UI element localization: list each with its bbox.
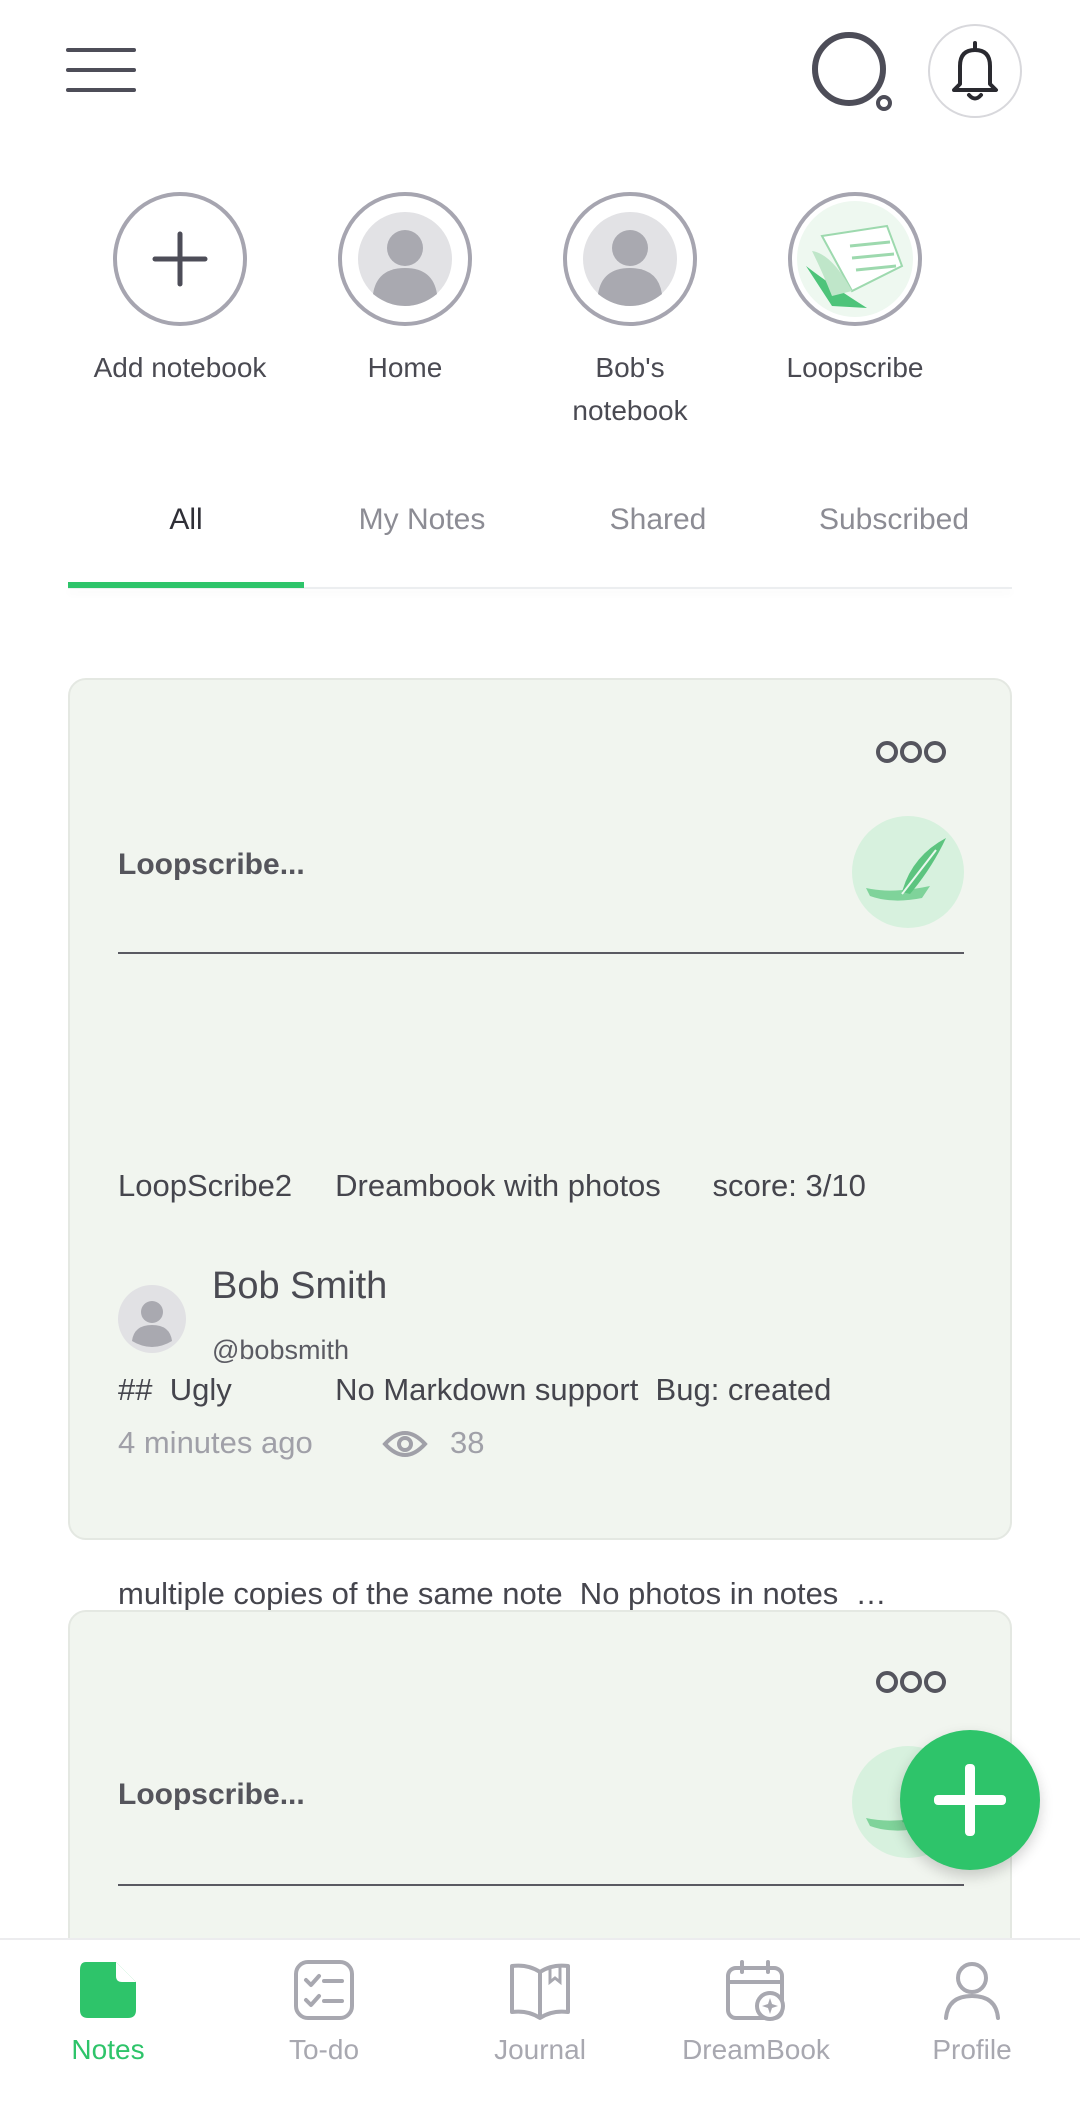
search-icon[interactable] (808, 28, 898, 118)
note-preview-line: ## Ugly No Markdown support Bug: created (118, 1372, 832, 1407)
notebook-loopscribe[interactable]: Loopscribe (745, 192, 965, 389)
note-title: Loopscribe... (118, 1778, 305, 1811)
notebook-label: Home (367, 352, 443, 383)
nav-label: Notes (71, 2034, 145, 2065)
note-card[interactable]: Loopscribe... LoopScribe2 Dreambook with… (68, 678, 1012, 1611)
bell-icon[interactable] (928, 24, 1022, 118)
profile-person-icon (944, 1962, 1000, 2020)
nav-label: DreamBook (682, 2034, 830, 2065)
tab-subscribed[interactable]: Subscribed (776, 490, 1012, 550)
note-title: Loopscribe... (118, 848, 305, 881)
todo-checklist-icon (294, 1960, 354, 2020)
tab-shared[interactable]: Shared (540, 490, 776, 550)
tab-all[interactable]: All (68, 490, 304, 550)
notebook-add[interactable]: Add notebook (70, 192, 290, 389)
nav-label: To-do (288, 2034, 360, 2065)
author-name[interactable]: Bob Smith (212, 1265, 387, 1308)
avatar-placeholder-icon (338, 192, 472, 326)
notebook-label: Loopscribe (786, 352, 924, 383)
nav-label: Journal (494, 2034, 586, 2065)
notebook-home[interactable]: Home (295, 192, 515, 389)
nav-label: Profile (932, 2034, 1012, 2065)
nav-notes[interactable]: Notes (8, 1958, 208, 2066)
avatar[interactable] (118, 1285, 186, 1353)
eye-icon (382, 1426, 428, 1462)
notebook-label: Bob's notebook (572, 352, 688, 426)
card-divider (118, 952, 964, 954)
tab-my-notes[interactable]: My Notes (304, 490, 540, 550)
more-options-icon[interactable] (876, 1670, 946, 1694)
author-handle: @bobsmith (212, 1335, 349, 1365)
note-timestamp: 4 minutes ago (118, 1425, 313, 1460)
more-options-icon[interactable] (876, 740, 946, 764)
dreambook-calendar-icon (726, 1960, 785, 2021)
nav-dreambook[interactable]: DreamBook (656, 1958, 856, 2066)
note-preview-line: LoopScribe2 Dreambook with photos score:… (118, 1168, 866, 1203)
notebook-label: Add notebook (93, 352, 267, 383)
tab-active-indicator (68, 582, 304, 588)
add-note-button[interactable] (900, 1730, 1040, 1870)
notes-icon (80, 1962, 136, 2018)
loopscribe-logo-icon (788, 192, 922, 326)
card-divider (118, 1884, 964, 1886)
note-tabs: All My Notes Shared Subscribed (68, 490, 1012, 588)
avatar-placeholder-icon (563, 192, 697, 326)
view-count: 38 (450, 1425, 485, 1460)
journal-book-icon (510, 1963, 570, 2020)
plus-icon[interactable] (113, 192, 247, 326)
note-thumbnail-quill-icon (852, 816, 964, 928)
nav-journal[interactable]: Journal (440, 1958, 640, 2066)
nav-todo[interactable]: To-do (224, 1958, 424, 2066)
nav-profile[interactable]: Profile (872, 1958, 1072, 2066)
notebook-bobs[interactable]: Bob's notebook (520, 192, 740, 432)
bottom-nav: Notes To-do Journal DreamBook Profile (0, 1938, 1080, 2108)
hamburger-menu-icon[interactable] (62, 44, 140, 96)
